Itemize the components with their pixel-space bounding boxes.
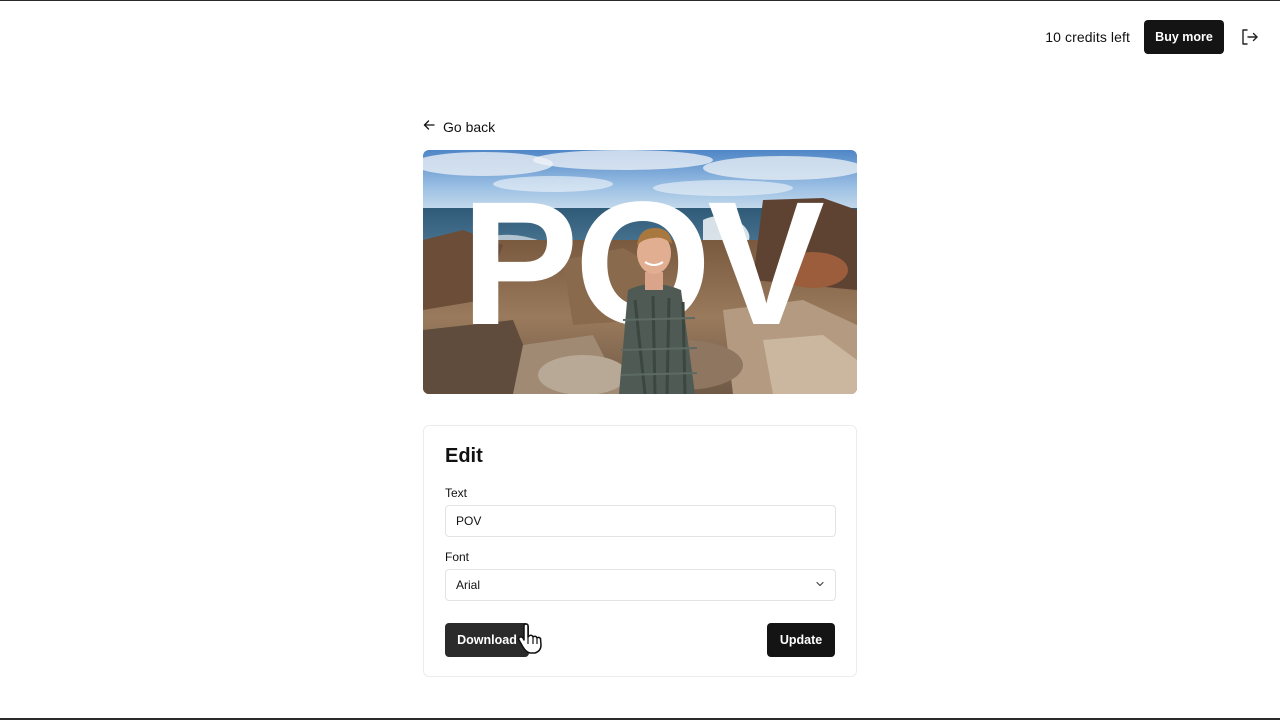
font-select-value: Arial	[456, 578, 481, 592]
text-label: Text	[445, 486, 468, 500]
text-input[interactable]	[445, 505, 836, 537]
top-border	[0, 0, 1280, 1]
chevron-down-icon	[815, 576, 825, 594]
credits-counter: 10 credits left	[1045, 29, 1130, 45]
font-select[interactable]: Arial	[445, 569, 836, 601]
font-label: Font	[445, 550, 470, 564]
download-button[interactable]: Download	[445, 623, 529, 657]
edit-panel: Edit Text Font Arial Download Update	[423, 425, 857, 677]
top-bar: 10 credits left Buy more	[1045, 20, 1260, 54]
update-button[interactable]: Update	[767, 623, 835, 657]
preview-image: POV	[423, 150, 857, 394]
edit-title: Edit	[445, 445, 483, 467]
go-back-link[interactable]: Go back	[423, 118, 495, 136]
go-back-label: Go back	[443, 119, 496, 135]
buy-more-button[interactable]: Buy more	[1144, 20, 1224, 54]
arrow-left-icon	[423, 118, 435, 136]
logout-icon[interactable]	[1238, 26, 1260, 48]
